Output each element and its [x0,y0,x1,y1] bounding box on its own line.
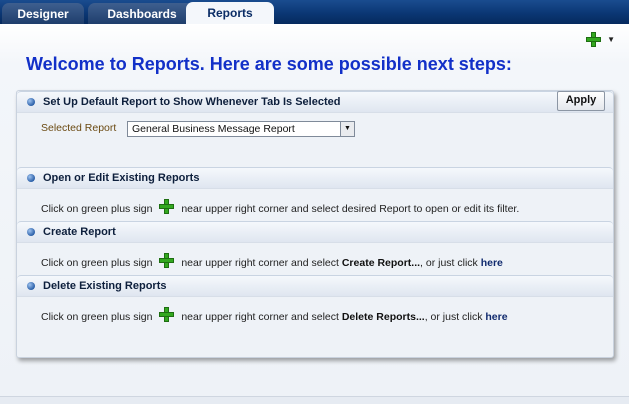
section-open-edit: Open or Edit Existing Reports Click on g… [17,167,613,219]
section-text: Click on green plus sign near upper righ… [17,189,613,219]
section-title: Set Up Default Report to Show Whenever T… [43,96,341,108]
dropdown-arrow-icon[interactable]: ▼ [340,122,354,136]
section-text: Click on green plus sign near upper righ… [17,243,613,273]
instruction-text: near upper right corner and select desir… [181,203,520,215]
tab-bar: Designer Dashboards Reports [0,0,629,24]
instruction-text: Click on green plus sign [41,257,153,269]
bullet-icon [27,282,35,290]
plus-icon[interactable] [586,32,602,47]
section-header: Set Up Default Report to Show Whenever T… [17,91,613,113]
tab-reports[interactable]: Reports [186,2,274,24]
bullet-icon [27,98,35,106]
section-title: Open or Edit Existing Reports [43,172,200,184]
selected-report-label: Selected Report [41,122,117,134]
reports-panel: ▼ Welcome to Reports. Here are some poss… [0,24,629,403]
steps-card: Set Up Default Report to Show Whenever T… [16,90,614,358]
section-header: Create Report [17,221,613,243]
apply-button[interactable]: Apply [557,91,605,111]
bullet-icon [27,228,35,236]
section-header: Open or Edit Existing Reports [17,167,613,189]
section-delete-reports: Delete Existing Reports Click on green p… [17,275,613,327]
page-title: Welcome to Reports. Here are some possib… [26,54,512,74]
section-title: Delete Existing Reports [43,280,167,292]
tab-dashboards[interactable]: Dashboards [88,3,196,24]
instruction-text: near upper right corner and select [181,257,339,269]
delete-reports-link[interactable]: here [485,311,507,323]
action-text: Create Report... [341,257,421,269]
instruction-text: , or just click [424,311,483,323]
chevron-down-icon[interactable]: ▼ [607,35,615,44]
instruction-text: Click on green plus sign [41,203,153,215]
bullet-icon [27,174,35,182]
toolbar: ▼ [586,32,615,50]
plus-icon [159,253,175,268]
action-text: Delete Reports... [341,311,425,323]
plus-icon [159,199,175,214]
section-default-report: Set Up Default Report to Show Whenever T… [17,91,613,144]
tab-designer[interactable]: Designer [2,3,84,24]
section-header: Delete Existing Reports [17,275,613,297]
section-text: Click on green plus sign near upper righ… [17,297,613,327]
instruction-text: near upper right corner and select [181,311,339,323]
instruction-text: Click on green plus sign [41,311,153,323]
selected-report-value: General Business Message Report [132,123,295,135]
selected-report-select[interactable]: General Business Message Report ▼ [127,121,355,137]
selected-report-row: Selected Report General Business Message… [17,113,613,144]
section-title: Create Report [43,226,116,238]
section-create-report: Create Report Click on green plus sign n… [17,221,613,273]
plus-icon [159,307,175,322]
instruction-text: , or just click [420,257,478,269]
create-report-link[interactable]: here [481,257,503,269]
